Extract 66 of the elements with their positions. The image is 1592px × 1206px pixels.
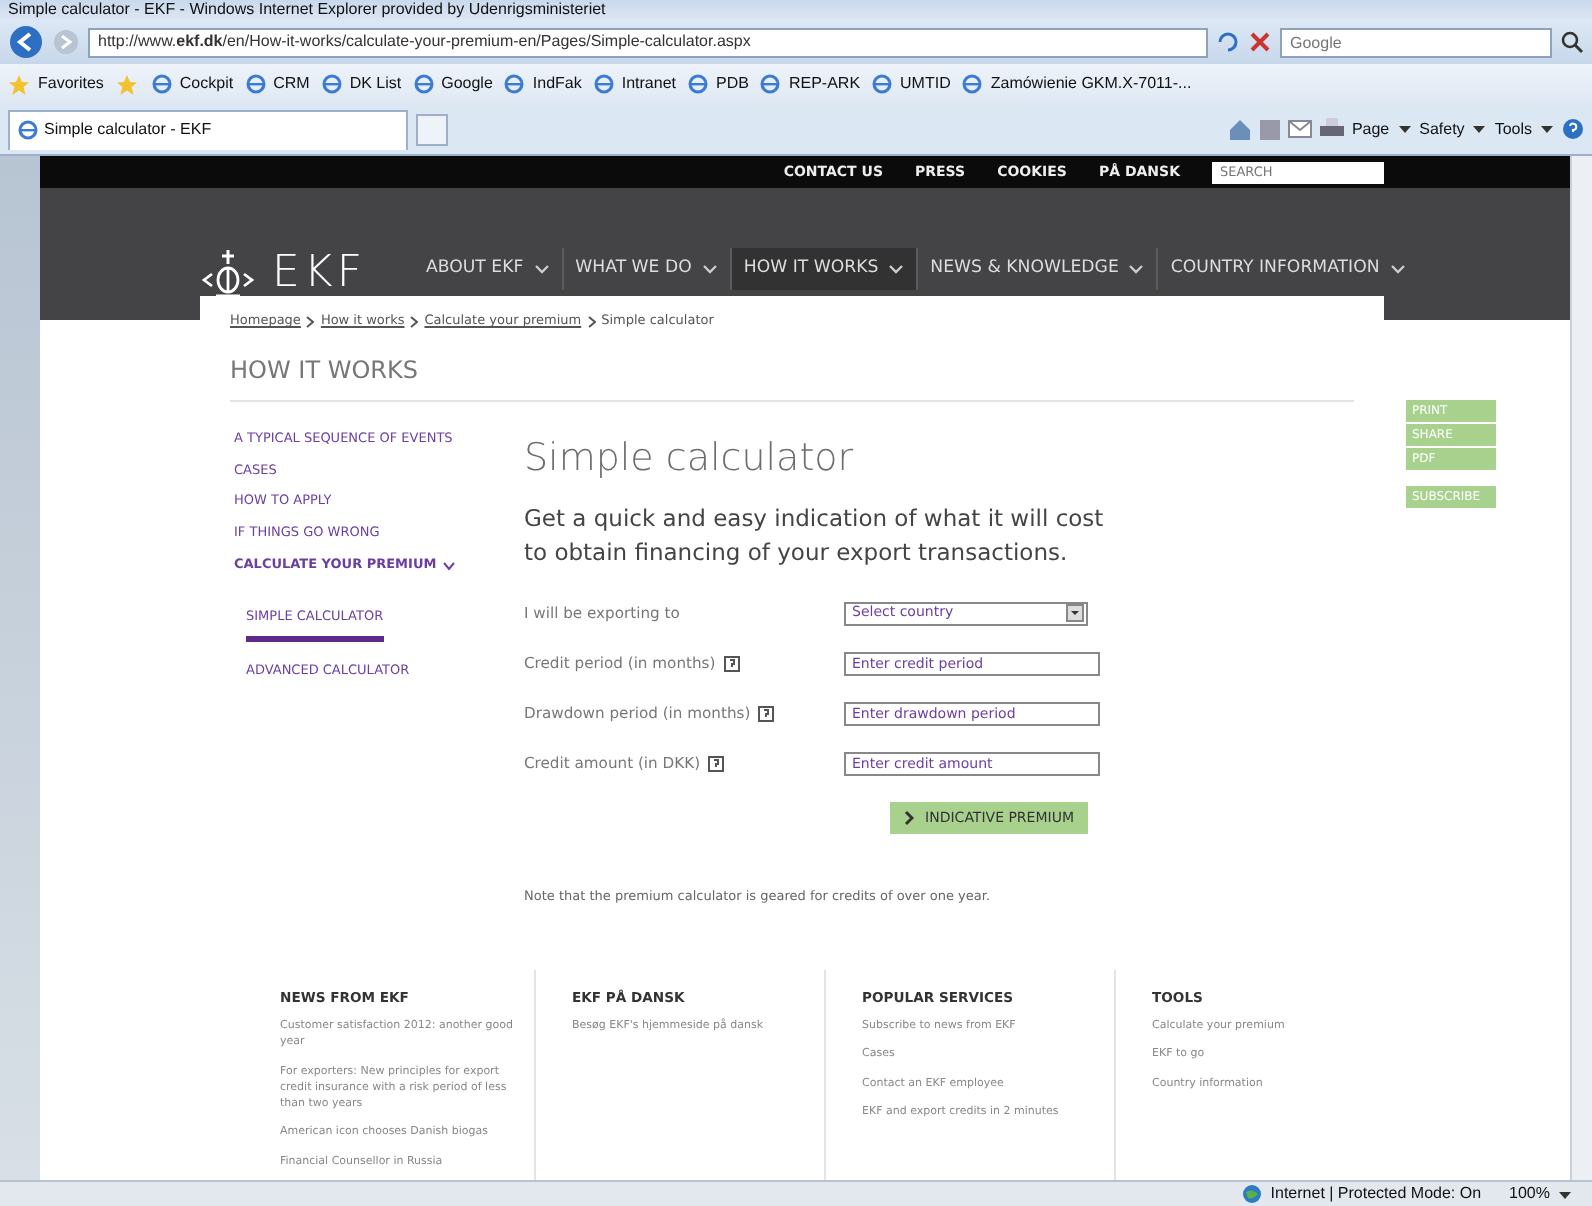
printer-icon[interactable] [1319, 118, 1344, 140]
caret-down-icon [1472, 124, 1487, 134]
help-icon[interactable] [708, 755, 725, 772]
scrollbar[interactable] [1570, 156, 1592, 1180]
chevron-down-icon [701, 261, 718, 276]
page-icon [151, 74, 172, 94]
favorite-link[interactable]: DK List [349, 72, 402, 96]
close-icon[interactable] [1248, 30, 1272, 54]
caret-down-icon [1540, 124, 1554, 134]
intro-text: Get a quick and easy indication of what it will cost to obtain financing of your export transactions. [524, 502, 1106, 570]
nav-item[interactable]: NEWS & KNOWLEDGE [916, 248, 1157, 290]
favorite-link[interactable]: REP-ARK [788, 72, 861, 96]
chevron-right-icon [306, 315, 315, 328]
help-icon[interactable] [723, 655, 740, 672]
page-icon [413, 74, 434, 94]
command-menu[interactable]: Page [1351, 117, 1412, 141]
page-icon [688, 74, 709, 94]
page-icon [18, 120, 38, 140]
back-icon[interactable] [8, 24, 44, 60]
page-icon [245, 74, 266, 94]
page-icon [504, 74, 525, 94]
page-icon [872, 74, 893, 94]
page-icon [962, 74, 983, 94]
logo-text: EKF [272, 246, 366, 302]
chevron-down-icon [1128, 261, 1145, 276]
chevron-down-icon [888, 261, 905, 276]
command-menu[interactable]: Tools [1494, 117, 1554, 141]
chevron-down-icon [442, 559, 457, 572]
favorite-link[interactable]: IndFak [532, 72, 582, 96]
search-icon[interactable] [1560, 30, 1584, 54]
chevron-right-icon [903, 809, 914, 826]
page-icon [593, 74, 614, 94]
mail-icon[interactable] [1287, 120, 1312, 138]
help-icon[interactable] [1562, 118, 1584, 140]
page-heading: Simple calculator [524, 433, 856, 484]
section-title: HOW IT WORKS [230, 331, 1354, 402]
page-icon [321, 74, 342, 94]
chevron-right-icon [587, 315, 596, 328]
caret-down-icon [1397, 124, 1412, 134]
chevron-down-icon [1389, 261, 1406, 276]
chevron-down-icon [533, 261, 550, 276]
address-field[interactable]: http://www.ekf.dk/en/How-it-works/calculate-your-premium-en/Pages/Simple-calculator.aspx [88, 27, 1208, 57]
star-icon [8, 73, 30, 95]
nav-item[interactable]: ABOUT EKF [413, 248, 562, 290]
page-icon [760, 74, 781, 94]
refresh-icon[interactable] [1216, 30, 1240, 54]
favorite-link[interactable]: Intranet [621, 72, 677, 96]
favorite-link[interactable]: Zamówienie GKM.X-7011-... [990, 72, 1192, 96]
favorite-link[interactable]: Google [441, 72, 493, 96]
chevron-right-icon [410, 315, 419, 328]
globe-icon [1242, 1184, 1263, 1204]
favorite-link[interactable]: PDB [716, 72, 749, 96]
caret-down-icon [1558, 1189, 1572, 1199]
security-zone: Internet | Protected Mode: On [1270, 1182, 1482, 1206]
window-title: Simple calculator - EKF - Windows Internet Explorer provided by Udenrigsministeriet [8, 0, 606, 22]
zoom-level[interactable]: 100% [1509, 1182, 1572, 1206]
nav-item[interactable]: COUNTRY INFORMATION [1156, 248, 1418, 290]
home-icon[interactable] [1227, 117, 1252, 141]
command-menu[interactable]: Safety [1419, 117, 1487, 141]
favorite-link[interactable]: UMTID [900, 72, 951, 96]
nav-item[interactable]: HOW IT WORKS [729, 248, 917, 290]
favorite-link[interactable]: CRM [273, 72, 310, 96]
favorite-link[interactable]: Cockpit [179, 72, 234, 96]
help-icon[interactable] [758, 705, 775, 722]
search-field[interactable]: Google [1280, 27, 1552, 57]
favorites-button[interactable]: Favorites [38, 72, 104, 96]
